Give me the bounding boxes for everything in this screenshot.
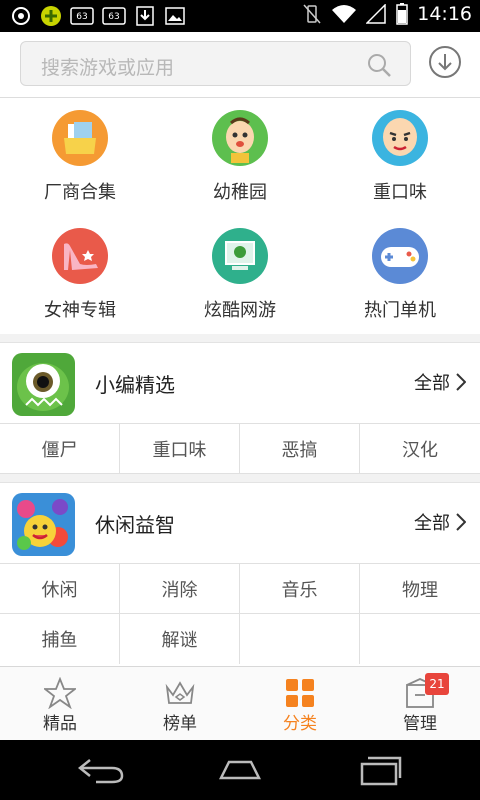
image-icon: [164, 5, 186, 27]
category-label: 女神专辑: [44, 300, 116, 321]
tag-heavy-taste[interactable]: 重口味: [120, 424, 240, 474]
nav-rankings[interactable]: 榜单: [120, 667, 240, 741]
tag-chinese-localized[interactable]: 汉化: [360, 424, 480, 474]
bottom-nav: 精品 榜单 分类 管理: [0, 666, 480, 740]
nav-featured[interactable]: 精品: [0, 667, 120, 741]
tag-music[interactable]: 音乐: [240, 564, 360, 614]
kid-face-icon: [212, 110, 268, 166]
tag-physics[interactable]: 物理: [360, 564, 480, 614]
status-time: 14:16: [417, 3, 472, 25]
chevron-right-icon: [456, 513, 466, 531]
tag-fishing[interactable]: 捕鱼: [0, 614, 120, 664]
badge-63-icon: 63: [70, 5, 94, 27]
vibrate-icon: [301, 3, 323, 25]
wifi-icon: [331, 3, 357, 25]
section-title: 休闲益智: [95, 513, 175, 537]
folder-icon: [52, 110, 108, 166]
tag-spoof[interactable]: 恶搞: [240, 424, 360, 474]
download-manager-icon[interactable]: [428, 45, 462, 79]
tag-casual[interactable]: 休闲: [0, 564, 120, 614]
category-label: 幼稚园: [213, 182, 267, 203]
tag-match[interactable]: 消除: [120, 564, 240, 614]
manage-count-badge: 21: [425, 673, 449, 695]
crown-icon: [165, 681, 195, 704]
category-label: 厂商合集: [44, 182, 116, 203]
category-label: 热门单机: [364, 300, 436, 321]
tag-row: 休闲 消除 音乐 物理: [0, 564, 480, 614]
recent-apps-icon[interactable]: [356, 754, 406, 786]
back-icon[interactable]: [76, 754, 126, 786]
section-editor-picks: 小编精选 全部 僵尸 重口味 恶搞 汉化: [0, 342, 480, 474]
nav-label: 榜单: [163, 714, 197, 734]
notification-icon: [10, 5, 32, 27]
candy-game-icon: [12, 493, 75, 556]
nav-label: 精品: [43, 714, 77, 734]
tag-row: 僵尸 重口味 恶搞 汉化: [0, 424, 480, 474]
tag-empty: [360, 614, 480, 664]
download-icon: [134, 5, 156, 27]
system-nav-bar: [0, 740, 480, 800]
search-placeholder: 搜索游戏或应用: [41, 57, 175, 79]
badge-63-icon: 63: [102, 5, 126, 27]
section-title: 小编精选: [95, 373, 175, 397]
section-header[interactable]: 休闲益智 全部: [0, 483, 480, 563]
status-bar: 63 63 14:16: [0, 0, 480, 32]
search-icon[interactable]: [366, 52, 392, 78]
tag-empty: [240, 614, 360, 664]
search-input[interactable]: 搜索游戏或应用: [20, 41, 411, 86]
home-icon[interactable]: [215, 754, 265, 786]
tag-puzzle[interactable]: 解谜: [120, 614, 240, 664]
category-heavy-taste[interactable]: 重口味: [320, 98, 480, 216]
tag-zombie[interactable]: 僵尸: [0, 424, 120, 474]
app-icon: [40, 5, 62, 27]
nav-label: 分类: [283, 714, 317, 734]
category-kindergarten[interactable]: 幼稚园: [160, 98, 320, 216]
section-casual-puzzle: 休闲益智 全部 休闲 消除 音乐 物理 捕鱼 解谜: [0, 482, 480, 666]
view-all-link[interactable]: 全部: [414, 369, 466, 395]
category-label: 重口味: [373, 182, 427, 203]
category-grid: 厂商合集 幼稚园 重口味 女神专辑 炫酷网游 热门单机: [0, 98, 480, 334]
computer-icon: [212, 228, 268, 284]
tag-row: 捕鱼 解谜: [0, 614, 480, 664]
category-goddess-album[interactable]: 女神专辑: [0, 216, 160, 334]
tag-grid: 僵尸 重口味 恶搞 汉化: [0, 423, 480, 474]
section-header[interactable]: 小编精选 全部: [0, 343, 480, 423]
high-heel-icon: [52, 228, 108, 284]
view-all-label: 全部: [414, 513, 450, 534]
nav-categories[interactable]: 分类: [240, 667, 360, 741]
nav-label: 管理: [403, 714, 437, 734]
battery-icon: [395, 3, 409, 25]
tag-grid: 休闲 消除 音乐 物理 捕鱼 解谜: [0, 563, 480, 664]
grid-icon: [286, 679, 314, 707]
category-label: 炫酷网游: [204, 300, 276, 321]
category-vendor-collection[interactable]: 厂商合集: [0, 98, 160, 216]
category-cool-online[interactable]: 炫酷网游: [160, 216, 320, 334]
gamepad-icon: [372, 228, 428, 284]
nav-manage[interactable]: 管理: [360, 667, 480, 741]
category-hot-standalone[interactable]: 热门单机: [320, 216, 480, 334]
view-all-link[interactable]: 全部: [414, 509, 466, 535]
chevron-right-icon: [456, 373, 466, 391]
search-header: 搜索游戏或应用: [0, 32, 480, 98]
monster-eye-icon: [12, 353, 75, 416]
star-icon: [44, 677, 76, 709]
bald-face-icon: [372, 110, 428, 166]
signal-icon: [365, 3, 387, 25]
view-all-label: 全部: [414, 373, 450, 394]
